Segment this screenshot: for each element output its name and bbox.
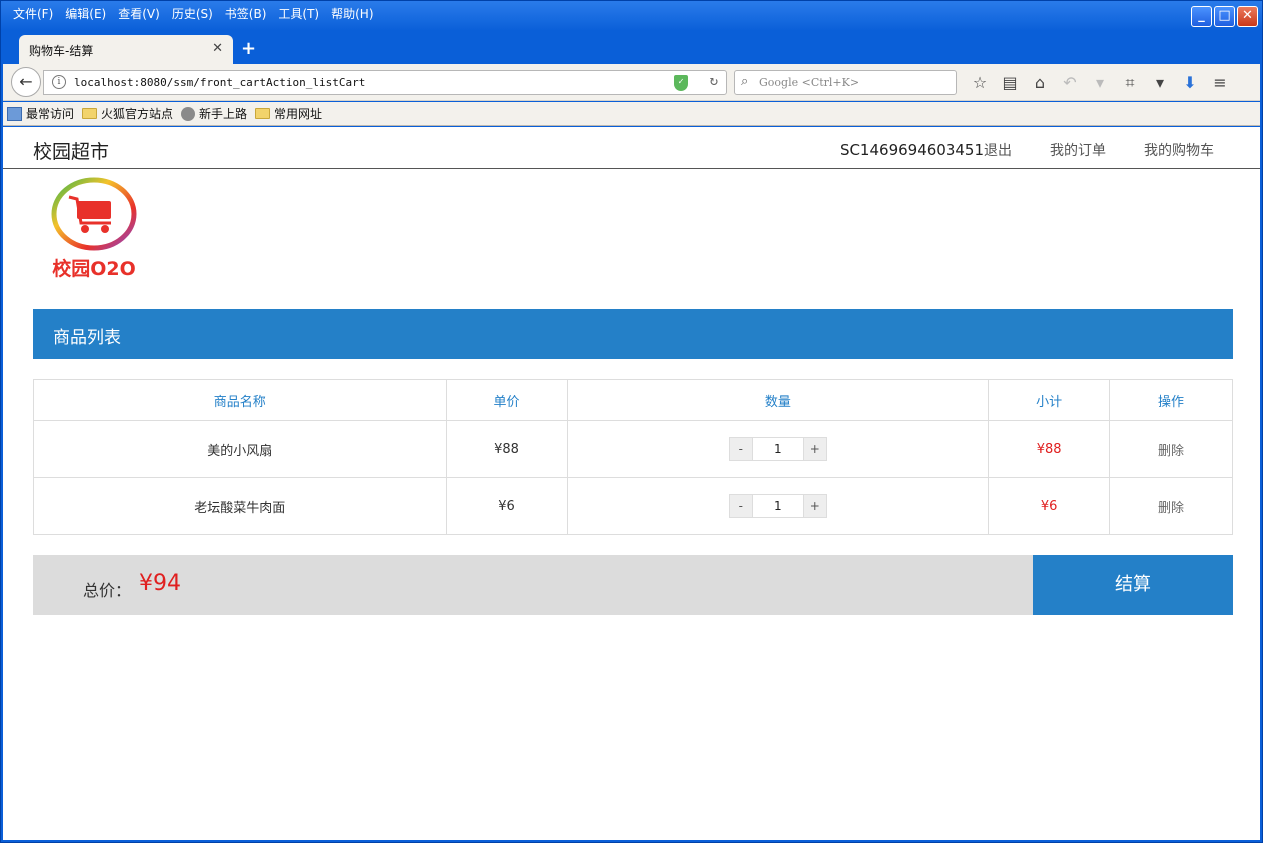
my-cart-link[interactable]: 我的购物车 bbox=[1144, 140, 1214, 160]
checkout-button[interactable]: 结算 bbox=[1033, 555, 1233, 615]
back-arrow-icon[interactable]: ← bbox=[11, 67, 41, 97]
search-input[interactable]: ⌕ Google <Ctrl+K> bbox=[734, 70, 957, 95]
bookmark-label: 最常访问 bbox=[26, 107, 75, 121]
folder-icon bbox=[82, 108, 98, 119]
table-header-row: 商品名称 单价 数量 小计 操作 bbox=[33, 379, 1233, 421]
column-header: 数量 bbox=[566, 379, 990, 421]
bookmark-label: 火狐官方站点 bbox=[101, 107, 174, 121]
close-window-button[interactable]: ✕ bbox=[1237, 6, 1258, 27]
bookmark-label: 新手上路 bbox=[199, 107, 248, 121]
menu-history[interactable]: 历史(S) bbox=[166, 6, 219, 22]
title-bar: 文件(F) 编辑(E) 查看(V) 历史(S) 书签(B) 工具(T) 帮助(H… bbox=[1, 1, 1262, 31]
quantity-cell: - 1 + bbox=[566, 477, 990, 535]
table-row: 老坛酸菜牛肉面 ¥6 - 1 + ¥6 删除 bbox=[33, 477, 1233, 535]
navigation-bar: ← i localhost:8080/ssm/front_cartAction_… bbox=[3, 64, 1260, 101]
tab-cart[interactable]: 购物车-结算 ✕ bbox=[19, 35, 233, 64]
bookmark-most-visited[interactable]: 最常访问 bbox=[7, 105, 74, 122]
url-text: localhost:8080/ssm/front_cartAction_list… bbox=[74, 76, 366, 89]
site-brand[interactable]: 校园超市 bbox=[33, 137, 109, 164]
dropdown-arrow-icon[interactable]: ▾ bbox=[1145, 70, 1175, 95]
search-icon: ⌕ bbox=[741, 74, 749, 89]
menu-help[interactable]: 帮助(H) bbox=[325, 6, 379, 22]
delete-link[interactable]: 删除 bbox=[1109, 477, 1233, 535]
my-orders-link[interactable]: 我的订单 bbox=[1050, 140, 1106, 160]
reading-list-icon[interactable]: ▤ bbox=[995, 70, 1025, 95]
bookmark-common-sites[interactable]: 常用网址 bbox=[255, 105, 322, 122]
menu-edit[interactable]: 编辑(E) bbox=[59, 6, 112, 22]
increase-button[interactable]: + bbox=[802, 437, 827, 461]
window-controls: _ □ ✕ bbox=[1191, 6, 1258, 27]
minimize-button[interactable]: _ bbox=[1191, 6, 1212, 27]
bookmarks-toolbar: 最常访问 火狐官方站点 新手上路 常用网址 bbox=[3, 102, 1260, 126]
column-header: 操作 bbox=[1109, 379, 1233, 421]
subtotal: ¥88 bbox=[988, 420, 1111, 478]
page-content: 校园超市 SC1469694603451 退出 我的订单 我的购物车 校园O2O… bbox=[3, 127, 1260, 840]
header-nav: SC1469694603451 退出 我的订单 我的购物车 bbox=[840, 140, 1214, 160]
home-icon[interactable]: ⌂ bbox=[1025, 70, 1055, 95]
decrease-button[interactable]: - bbox=[728, 494, 753, 518]
toolbar-icons: ☆ ▤ ⌂ ↶ ▾ ⌗ ▾ ⬇ ≡ bbox=[965, 70, 1235, 95]
increase-button[interactable]: + bbox=[802, 494, 827, 518]
quantity-input[interactable]: 1 bbox=[752, 494, 803, 518]
menu-view[interactable]: 查看(V) bbox=[112, 6, 166, 22]
cart-table: 商品名称 单价 数量 小计 操作 美的小风扇 ¥88 - 1 + ¥88 删除 … bbox=[33, 379, 1233, 535]
unit-price: ¥6 bbox=[445, 477, 568, 535]
dropdown-arrow-icon[interactable]: ▾ bbox=[1085, 70, 1115, 95]
logout-link[interactable]: 退出 bbox=[984, 140, 1012, 160]
section-title: 商品列表 bbox=[53, 328, 121, 348]
bookmark-star-icon[interactable]: ☆ bbox=[965, 70, 995, 95]
reload-icon[interactable]: ↻ bbox=[710, 73, 718, 89]
column-header: 商品名称 bbox=[33, 379, 447, 421]
maximize-button[interactable]: □ bbox=[1214, 6, 1235, 27]
folder-icon bbox=[255, 108, 271, 119]
quantity-stepper: - 1 + bbox=[728, 494, 827, 518]
crop-icon[interactable]: ⌗ bbox=[1115, 70, 1145, 95]
bookmark-label: 常用网址 bbox=[274, 107, 323, 121]
menu-tools[interactable]: 工具(T) bbox=[272, 6, 325, 22]
address-bar[interactable]: i localhost:8080/ssm/front_cartAction_li… bbox=[43, 70, 727, 95]
product-name: 老坛酸菜牛肉面 bbox=[33, 477, 447, 535]
campus-o2o-logo: 校园O2O bbox=[51, 177, 137, 280]
menu-file[interactable]: 文件(F) bbox=[7, 6, 59, 22]
site-header: 校园超市 SC1469694603451 退出 我的订单 我的购物车 bbox=[3, 127, 1260, 169]
total-bar: 总价： ¥94 bbox=[33, 555, 1033, 615]
column-header: 小计 bbox=[988, 379, 1111, 421]
delete-link[interactable]: 删除 bbox=[1109, 420, 1233, 478]
new-tab-icon[interactable]: + bbox=[241, 38, 256, 59]
unit-price: ¥88 bbox=[445, 420, 568, 478]
total-label: 总价： bbox=[83, 581, 132, 600]
quantity-input[interactable]: 1 bbox=[752, 437, 803, 461]
product-list-header: 商品列表 bbox=[33, 309, 1233, 359]
info-icon[interactable]: i bbox=[52, 75, 66, 89]
logo-text: 校园O2O bbox=[52, 257, 136, 280]
menu-bookmarks[interactable]: 书签(B) bbox=[219, 6, 273, 22]
table-row: 美的小风扇 ¥88 - 1 + ¥88 删除 bbox=[33, 420, 1233, 478]
most-visited-icon bbox=[7, 106, 22, 121]
tab-title: 购物车-结算 bbox=[29, 44, 94, 58]
bookmark-getting-started[interactable]: 新手上路 bbox=[181, 105, 247, 122]
globe-icon bbox=[181, 106, 196, 121]
quantity-cell: - 1 + bbox=[566, 420, 990, 478]
undo-icon[interactable]: ↶ bbox=[1055, 70, 1085, 95]
bookmark-firefox-site[interactable]: 火狐官方站点 bbox=[82, 105, 173, 122]
shield-icon: ✓ bbox=[674, 75, 688, 91]
search-placeholder: Google <Ctrl+K> bbox=[759, 76, 860, 89]
tab-close-icon[interactable]: ✕ bbox=[212, 41, 223, 56]
browser-window: 文件(F) 编辑(E) 查看(V) 历史(S) 书签(B) 工具(T) 帮助(H… bbox=[0, 0, 1263, 843]
download-icon[interactable]: ⬇ bbox=[1175, 70, 1205, 95]
quantity-stepper: - 1 + bbox=[728, 437, 827, 461]
total-amount: ¥94 bbox=[139, 571, 181, 596]
decrease-button[interactable]: - bbox=[728, 437, 753, 461]
product-name: 美的小风扇 bbox=[33, 420, 447, 478]
tab-strip: 购物车-结算 ✕ + bbox=[1, 31, 1262, 64]
column-header: 单价 bbox=[445, 379, 568, 421]
menu-bar: 文件(F) 编辑(E) 查看(V) 历史(S) 书签(B) 工具(T) 帮助(H… bbox=[7, 6, 380, 22]
subtotal: ¥6 bbox=[988, 477, 1111, 535]
hamburger-menu-icon[interactable]: ≡ bbox=[1205, 70, 1235, 95]
username: SC1469694603451 bbox=[839, 141, 984, 159]
